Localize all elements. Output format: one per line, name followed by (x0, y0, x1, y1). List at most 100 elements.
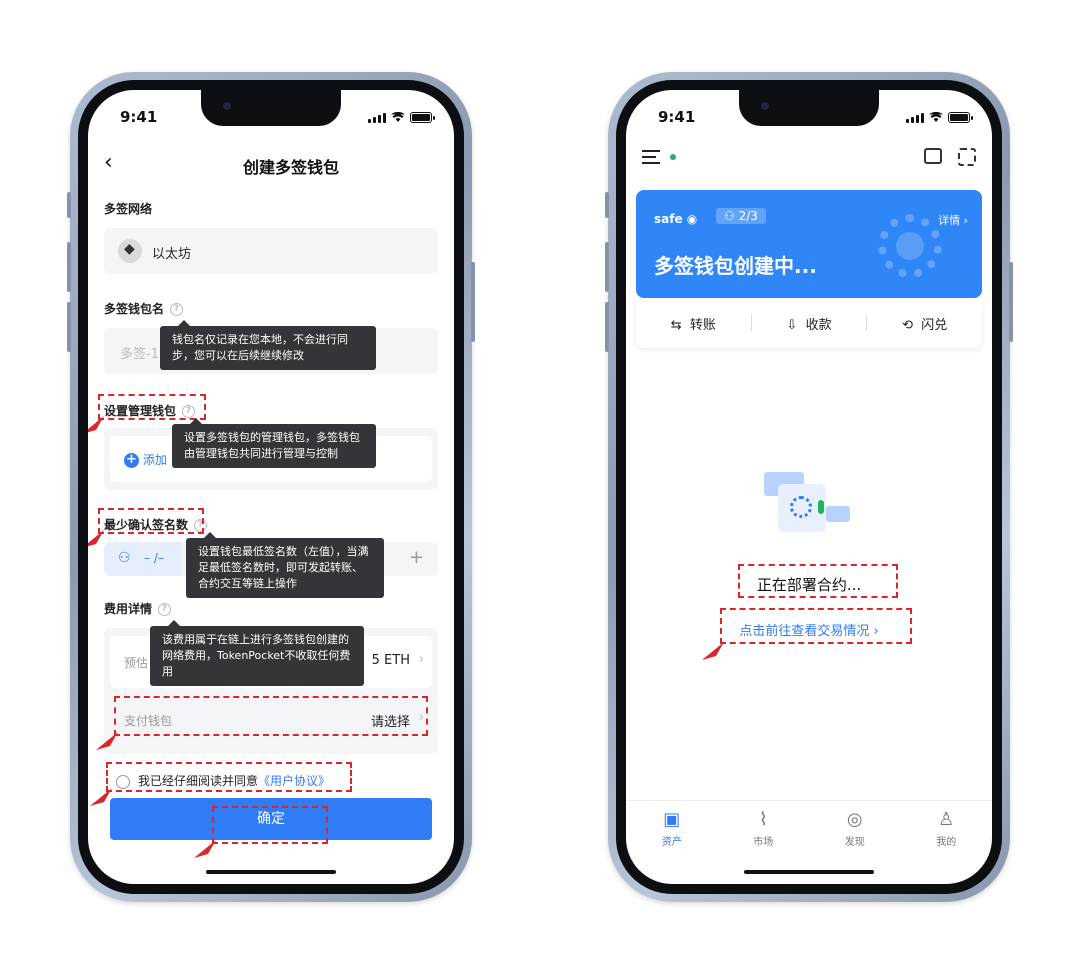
swap-label: 闪兑 (921, 317, 948, 333)
help-icon[interactable]: ? (158, 603, 172, 616)
stage: 9:41 ‹ 创建多签钱包 多签网络 以太坊 (0, 0, 1080, 960)
menu-icon[interactable] (642, 150, 660, 164)
annotation-box (212, 806, 328, 844)
annotation-box (738, 564, 898, 598)
nav-bar: ‹ 创建多签钱包 (88, 146, 454, 182)
transfer-icon: ⇆ (670, 317, 682, 333)
tab-label: 发现 (844, 837, 865, 848)
tab-label: 市场 (753, 837, 774, 848)
fee-label: 费用详情? (104, 600, 172, 617)
status-bar: 9:41 (626, 108, 992, 132)
user-icon: ♙ (938, 809, 955, 830)
detail-link[interactable]: 详情 › (938, 212, 968, 228)
tab-label: 我的 (936, 837, 957, 848)
action-bar: ⇆ 转账 ⇩ 收款 ⟲ 闪兑 (636, 298, 982, 348)
transfer-label: 转账 (689, 317, 716, 333)
battery-icon (410, 112, 435, 123)
side-button (471, 262, 475, 342)
status-time: 9:41 (120, 108, 158, 126)
online-dot-icon (670, 154, 676, 160)
signers-badge-text: 2/3 (738, 209, 758, 223)
increment-button[interactable]: + (409, 547, 424, 568)
scan-icon[interactable] (958, 148, 976, 166)
tab-bar: ▣ 资产 ⌇ 市场 ◎ 发现 ♙ 我的 (626, 800, 992, 858)
help-icon[interactable]: ? (170, 303, 184, 316)
phone-left: 9:41 ‹ 创建多签钱包 多签网络 以太坊 (67, 72, 475, 902)
annotation-arrow-icon (702, 642, 724, 660)
fee-tooltip: 该费用属于在链上进行多签钱包创建的网络费用，TokenPocket不收取任何费用 (150, 620, 364, 686)
home-indicator (206, 870, 336, 874)
annotation-box (720, 608, 912, 644)
side-button (605, 192, 609, 218)
swap-icon: ⟲ (902, 317, 913, 333)
annotation-arrow-icon (88, 530, 104, 547)
wallet-name-tooltip: 钱包名仅记录在您本地，不会进行同步，您可以在后续继续修改 (160, 320, 376, 370)
network-select[interactable]: 以太坊 (104, 228, 438, 274)
phone-bezel: 9:41 ‹ 创建多签钱包 多签网络 以太坊 (78, 80, 464, 894)
wallet-add-icon[interactable] (924, 148, 942, 164)
annotation-arrow-icon (88, 416, 104, 433)
detail-link-text: 详情 (938, 214, 961, 227)
network-value: 以太坊 (152, 247, 192, 262)
tab-label: 资产 (661, 837, 682, 848)
receive-icon: ⇩ (786, 317, 798, 333)
annotation-arrow-icon (96, 732, 118, 750)
page-title: 创建多签钱包 (242, 158, 339, 177)
wallet-name-placeholder: 多签-1 (120, 347, 159, 362)
wallet-name-text: safe (654, 212, 683, 226)
chart-icon: ⌇ (758, 809, 768, 830)
compass-icon: ◎ (846, 809, 863, 830)
tab-market[interactable]: ⌇ 市场 (718, 801, 810, 858)
status-time: 9:41 (658, 108, 696, 126)
swap-button[interactable]: ⟲ 闪兑 (867, 314, 982, 333)
wallet-name-label: 多签钱包名? (104, 300, 184, 317)
screen-left: 9:41 ‹ 创建多签钱包 多签网络 以太坊 (88, 90, 454, 884)
network-label: 多签网络 (104, 202, 153, 216)
ethereum-icon (118, 239, 142, 263)
card-title: 多签钱包创建中... (654, 254, 817, 278)
screen-right: 9:41 safe ◉ ⚇ 2/3 详情 › 多签钱包创建中... ⇆ 转账 ⇩… (626, 90, 992, 884)
phone-right: 9:41 safe ◉ ⚇ 2/3 详情 › 多签钱包创建中... ⇆ 转账 ⇩… (605, 72, 1013, 902)
wallet-name-label-text: 多签钱包名 (104, 302, 165, 316)
fee-label-text: 费用详情 (104, 602, 153, 616)
manager-tooltip: 设置多签钱包的管理钱包，多签钱包由管理钱包共同进行管理与控制 (172, 418, 376, 468)
add-manager-label: + 添加 (124, 451, 167, 468)
signal-icon (906, 113, 924, 123)
wifi-icon (929, 112, 943, 122)
min-sign-tooltip: 设置钱包最低签名数（左值），当满足最低签名数时，即可发起转账、合约交互等链上操作 (186, 532, 384, 598)
annotation-box (106, 762, 352, 792)
side-button (1009, 262, 1013, 342)
status-icons (906, 112, 973, 123)
min-sign-value-box (104, 542, 182, 576)
annotation-box (98, 394, 206, 420)
chevron-right-icon: › (418, 652, 424, 667)
tab-me[interactable]: ♙ 我的 (901, 801, 993, 858)
add-manager-text: 添加 (142, 453, 167, 467)
annotation-arrow-icon (90, 788, 112, 806)
card-decoration-icon (878, 214, 942, 278)
plus-icon: + (124, 453, 139, 468)
eye-icon[interactable]: ◉ (687, 212, 697, 226)
wallet-icon: ▣ (663, 809, 681, 830)
receive-button[interactable]: ⇩ 收款 (752, 314, 867, 333)
wallet-card[interactable]: safe ◉ ⚇ 2/3 详情 › 多签钱包创建中... (636, 190, 982, 298)
battery-icon (948, 112, 973, 123)
annotation-arrow-icon (194, 840, 216, 858)
wallet-name: safe ◉ (654, 212, 697, 226)
side-button (67, 242, 71, 292)
transfer-button[interactable]: ⇆ 转账 (636, 314, 751, 333)
status-icons (368, 112, 435, 123)
users-icon: ⚇ (118, 550, 131, 566)
tab-assets[interactable]: ▣ 资产 (626, 801, 718, 858)
side-button (605, 242, 609, 292)
tab-discover[interactable]: ◎ 发现 (809, 801, 901, 858)
side-button (67, 192, 71, 218)
signers-badge: ⚇ 2/3 (716, 208, 766, 224)
min-sign-value: – /– (144, 551, 164, 565)
fee-value: 5 ETH (371, 653, 410, 668)
side-button (67, 302, 71, 352)
deploying-illustration-icon (764, 472, 854, 542)
side-button (605, 302, 609, 352)
receive-label: 收款 (805, 317, 832, 333)
signal-icon (368, 113, 386, 123)
